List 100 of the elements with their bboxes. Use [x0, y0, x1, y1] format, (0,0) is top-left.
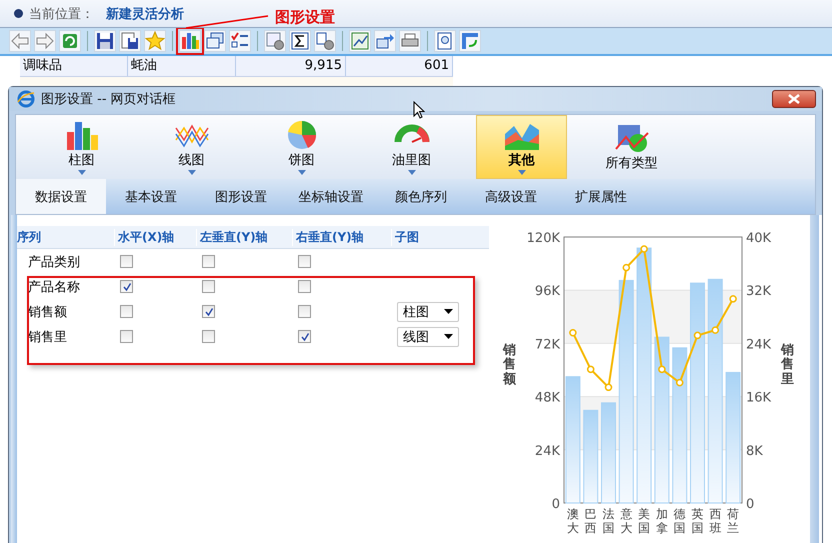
table-cell: 调味品	[20, 56, 128, 76]
series-name: 销售里	[27, 328, 68, 346]
help-gear-icon[interactable]	[314, 30, 336, 52]
axis-tick-label: 32K	[746, 284, 772, 300]
category-label: 美国	[638, 507, 650, 535]
refresh-icon[interactable]	[59, 30, 81, 52]
back-icon[interactable]	[9, 30, 31, 52]
axis-tick-label: 96K	[534, 284, 560, 300]
axis-tick-label: 0	[552, 497, 560, 512]
checkbox[interactable]	[120, 255, 133, 268]
scrollbar[interactable]	[810, 215, 819, 543]
dialog-title: 图形设置 -- 网页对话框	[41, 91, 176, 108]
category-label: 英国	[692, 507, 704, 535]
checkbox[interactable]	[120, 305, 133, 318]
checkbox[interactable]	[202, 255, 215, 268]
windows-icon[interactable]	[204, 30, 226, 52]
annotation-label: 图形设置	[275, 8, 335, 27]
settings-tab[interactable]: 基本设置	[106, 179, 196, 214]
line-point	[712, 326, 720, 334]
location-label: 当前位置：	[29, 6, 94, 22]
axis-title: 销售里	[781, 344, 794, 387]
mixed-chart-icon	[614, 122, 650, 152]
chart-type-button[interactable]: 其他	[476, 115, 567, 179]
line-point	[586, 366, 594, 374]
series-name: 产品类别	[27, 254, 81, 270]
settings-tab[interactable]: 坐标轴设置	[286, 179, 376, 214]
settings-tab[interactable]: 图形设置	[196, 179, 286, 214]
preview-icon[interactable]	[434, 30, 456, 52]
category-label: 澳大	[566, 507, 579, 535]
save-as-icon[interactable]	[119, 30, 141, 52]
checkbox[interactable]	[298, 280, 311, 293]
series-name: 销售额	[27, 304, 68, 320]
checkbox[interactable]	[120, 280, 133, 293]
category-label: 法国	[602, 507, 614, 535]
checkbox[interactable]	[298, 330, 311, 343]
subchart-select[interactable]: 柱图	[397, 302, 459, 322]
axis-tick-label: 40K	[746, 231, 772, 246]
chart-type-button[interactable]: 油里图	[366, 115, 457, 179]
spreadsheet-chart-icon[interactable]	[349, 30, 371, 52]
chart-type-button[interactable]: 饼图	[256, 115, 347, 179]
checkbox[interactable]	[298, 305, 311, 318]
location-value: 新建灵活分析	[106, 6, 184, 22]
line-point	[640, 245, 648, 253]
table-cell: 9,915	[236, 56, 346, 76]
checkbox[interactable]	[202, 330, 215, 343]
settings-tab[interactable]: 数据设置	[16, 179, 106, 214]
checkbox[interactable]	[120, 330, 133, 343]
checkbox[interactable]	[202, 280, 215, 293]
export-icon[interactable]	[374, 30, 396, 52]
browser-icon	[17, 90, 35, 108]
table-cell: 601	[346, 56, 453, 76]
axis-title: 销售额	[503, 344, 516, 387]
line-point	[658, 366, 666, 374]
axis-tick-label: 24K	[534, 444, 560, 459]
line-point	[569, 329, 577, 336]
settings-tab[interactable]: 颜色序列	[376, 179, 466, 214]
bullet-icon	[14, 9, 23, 18]
axis-tick-label: 24K	[746, 337, 772, 352]
settings-tab[interactable]: 高级设置	[466, 179, 556, 214]
checkbox[interactable]	[298, 255, 311, 268]
forward-icon[interactable]	[34, 30, 56, 52]
line-point	[676, 378, 684, 386]
cursor-icon	[413, 101, 425, 119]
column-header: 右垂直(Y)轴	[292, 228, 391, 246]
series-name: 产品名称	[27, 278, 81, 296]
chart-type-button[interactable]: 柱图	[36, 115, 127, 179]
subchart-select[interactable]: 线图	[397, 326, 459, 346]
sigma-icon[interactable]	[289, 30, 311, 52]
line-point	[694, 332, 702, 340]
checkbox[interactable]	[202, 305, 215, 318]
category-label: 德国	[674, 507, 686, 535]
document-gear-icon[interactable]	[264, 30, 286, 52]
checklist-icon[interactable]	[229, 30, 251, 52]
table-cell: 蚝油	[128, 56, 236, 76]
bar-chart-icon[interactable]	[179, 30, 201, 52]
caret-icon	[444, 334, 453, 339]
category-label: 巴西	[584, 507, 597, 535]
floppy-disk-icon[interactable]	[94, 30, 116, 52]
column-header: 序列	[17, 228, 42, 246]
chart-type-button[interactable]: 线图	[146, 115, 237, 179]
close-icon	[787, 94, 801, 104]
settings-tab[interactable]: 扩展属性	[556, 179, 646, 214]
chart-type-button[interactable]: 所有类型	[586, 115, 677, 179]
category-label: 意大	[620, 507, 632, 535]
column-header: 子图	[391, 228, 481, 246]
swap-icon[interactable]	[459, 30, 481, 52]
axis-tick-label: 48K	[534, 390, 560, 406]
column-header: 左垂直(Y)轴	[196, 228, 292, 246]
line-point	[604, 384, 612, 392]
axis-tick-label: 120K	[526, 231, 560, 246]
close-button[interactable]	[772, 90, 816, 108]
star-icon[interactable]	[144, 30, 166, 52]
category-label: 西班	[709, 507, 722, 535]
printer-icon[interactable]	[399, 30, 421, 52]
axis-tick-label: 72K	[534, 337, 560, 352]
axis-tick-label: 0	[746, 497, 754, 512]
caret-icon	[444, 309, 453, 314]
line-point	[622, 264, 630, 272]
column-header: 水平(X)轴	[114, 228, 196, 246]
axis-tick-label: 16K	[746, 390, 772, 406]
